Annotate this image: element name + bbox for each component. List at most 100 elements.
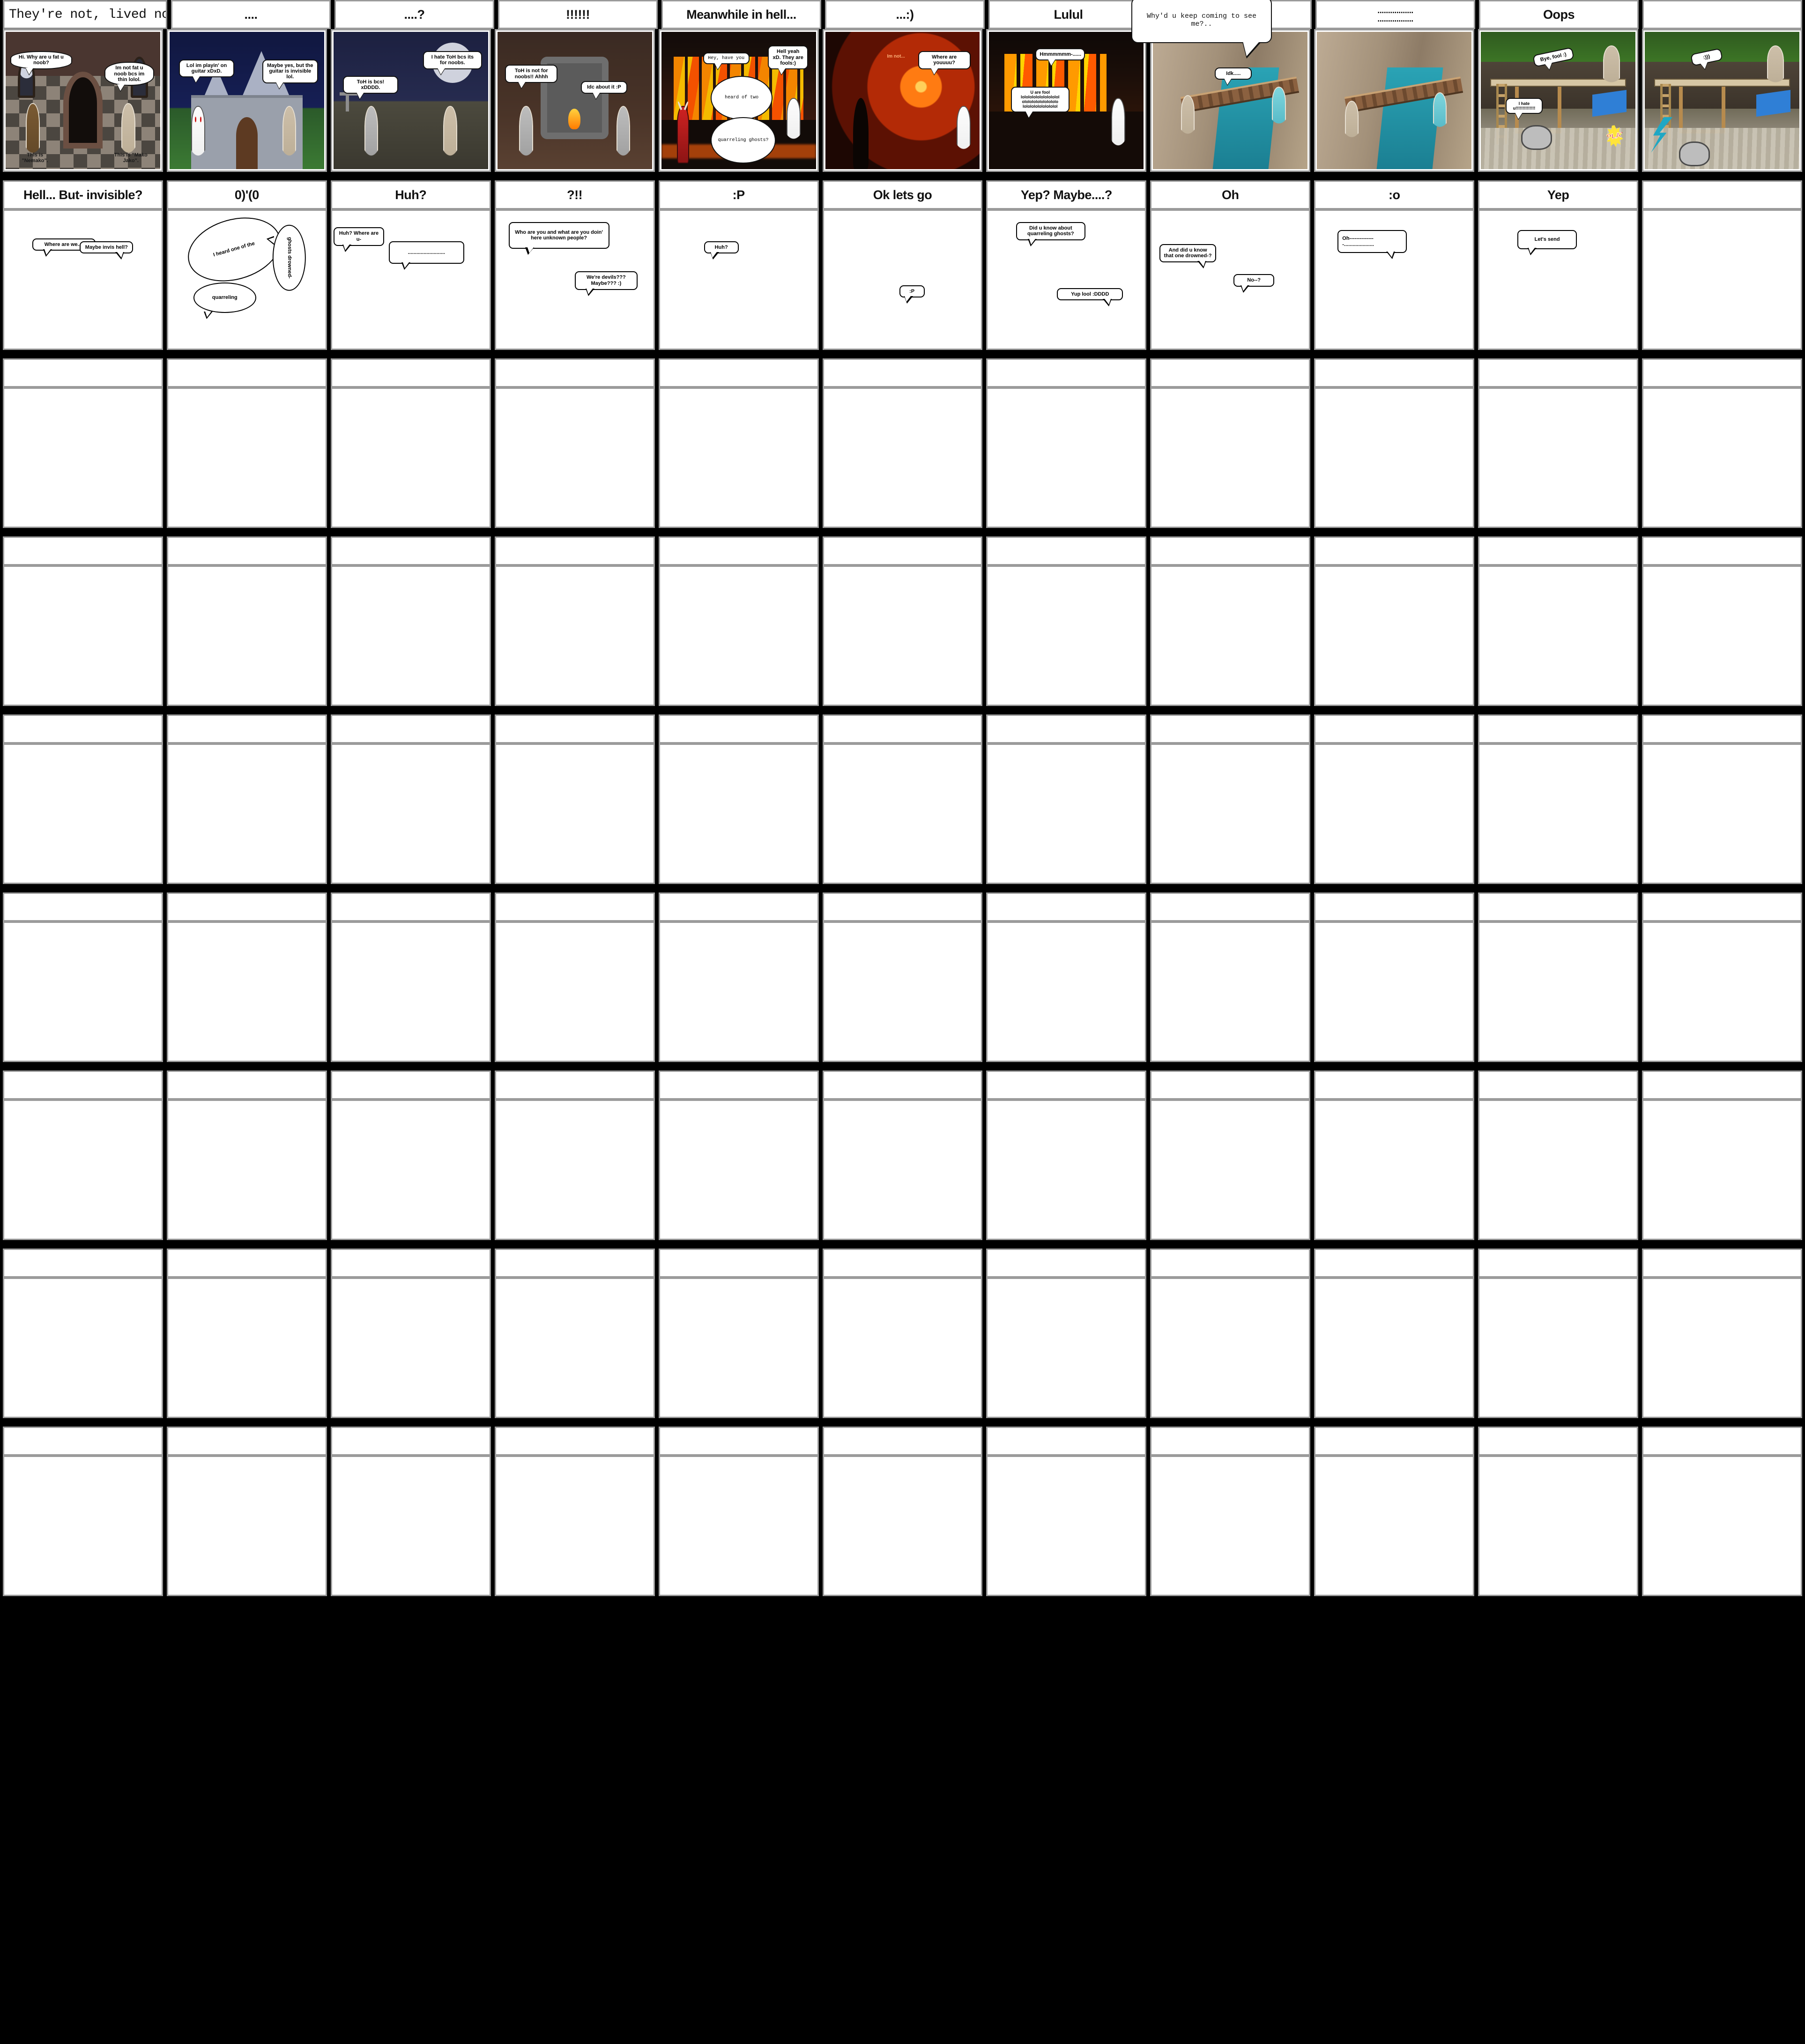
title-cell-r8c1[interactable]: [3, 1249, 163, 1278]
title-cell-r8c4[interactable]: [494, 1249, 655, 1278]
panel-r3c8[interactable]: [1150, 387, 1311, 528]
speech-bubble[interactable]: Huh? Where are u-: [334, 227, 384, 252]
title-cell-r2c1[interactable]: Hell... But- invisible?: [3, 180, 163, 209]
panel-r3c1[interactable]: [3, 387, 163, 528]
panel-r8c5[interactable]: [658, 1278, 819, 1418]
title-cell-r5c4[interactable]: [494, 714, 655, 743]
speech-bubble[interactable]: Did u know about quarreling ghosts?: [1016, 222, 1085, 247]
speech-bubble[interactable]: Yup lool :DDDD: [1057, 288, 1123, 306]
title-cell-r9c7[interactable]: [986, 1427, 1147, 1456]
panel-r4c9[interactable]: [1314, 565, 1475, 706]
panel-r7c1[interactable]: [3, 1100, 163, 1240]
character-demon[interactable]: [1111, 97, 1125, 162]
title-cell-r6c6[interactable]: [822, 892, 983, 922]
title-cell-r6c7[interactable]: [986, 892, 1147, 922]
title-cell-r8c10[interactable]: [1478, 1249, 1639, 1278]
panel-r5c2[interactable]: [166, 743, 327, 884]
panel-r6c1[interactable]: [3, 922, 163, 1062]
panel-r7c5[interactable]: [658, 1100, 819, 1240]
panel-r9c6[interactable]: [822, 1456, 983, 1596]
title-cell-r4c1[interactable]: [3, 536, 163, 565]
character-ghost[interactable]: [1767, 45, 1784, 95]
title-cell-r9c4[interactable]: [494, 1427, 655, 1456]
panel-r8c7[interactable]: [986, 1278, 1147, 1418]
title-cell-r2c4[interactable]: ?!!: [494, 180, 655, 209]
character-demon[interactable]: [786, 97, 801, 153]
panel-r9c8[interactable]: [1150, 1456, 1311, 1596]
character-ghost[interactable]: [616, 106, 631, 169]
panel-r2c2[interactable]: I heard one of the ghosts drowned- quarr…: [166, 209, 327, 350]
panel-r7c8[interactable]: [1150, 1100, 1311, 1240]
panel-r2c9[interactable]: Oh-------------- -.....................: [1314, 209, 1475, 350]
title-cell-r6c1[interactable]: [3, 892, 163, 922]
panel-r7c4[interactable]: [494, 1100, 655, 1240]
speech-bubble[interactable]: Let's send: [1517, 230, 1577, 255]
title-cell-r2c10[interactable]: Yep: [1478, 180, 1639, 209]
panel-r2c10[interactable]: Let's send: [1478, 209, 1639, 350]
title-cell-r5c3[interactable]: [330, 714, 491, 743]
speech-bubble[interactable]: Idc about it :P: [580, 81, 627, 94]
panel-r1c7[interactable]: Hmmmmmm-...... U are fool lololololololo…: [986, 29, 1147, 172]
speech-bubble[interactable]: And did u know that one drowned-?: [1159, 244, 1217, 269]
title-cell-r8c3[interactable]: [330, 1249, 491, 1278]
title-cell-r1c5[interactable]: Meanwhile in hell...: [661, 0, 821, 29]
panel-r7c6[interactable]: [822, 1100, 983, 1240]
title-cell-r1c3[interactable]: ....?: [334, 0, 494, 29]
title-cell-r4c2[interactable]: [166, 536, 327, 565]
title-cell-r8c5[interactable]: [658, 1249, 819, 1278]
title-cell-r9c5[interactable]: [658, 1427, 819, 1456]
title-cell-r6c9[interactable]: [1314, 892, 1475, 922]
panel-r6c2[interactable]: [166, 922, 327, 1062]
panel-r8c3[interactable]: [330, 1278, 491, 1418]
title-cell-r3c6[interactable]: [822, 358, 983, 387]
panel-r4c3[interactable]: [330, 565, 491, 706]
panel-r3c9[interactable]: [1314, 387, 1475, 528]
panel-r8c4[interactable]: [494, 1278, 655, 1418]
title-cell-r7c5[interactable]: [658, 1070, 819, 1100]
title-cell-r1c11[interactable]: [1642, 0, 1802, 29]
panel-r6c11[interactable]: [1642, 922, 1802, 1062]
speech-bubble[interactable]: heard of two: [711, 75, 773, 120]
speech-bubble[interactable]: I hate ToH bcs its for noobs.: [423, 51, 482, 69]
panel-r4c6[interactable]: [822, 565, 983, 706]
panel-r2c6[interactable]: :P: [822, 209, 983, 350]
speech-bubble[interactable]: U are fool lolololololololololol olololo…: [1010, 87, 1070, 112]
panel-r9c3[interactable]: [330, 1456, 491, 1596]
title-cell-r4c6[interactable]: [822, 536, 983, 565]
panel-r1c6[interactable]: Im not... Where are youuuu?: [822, 29, 983, 172]
panel-r5c4[interactable]: [494, 743, 655, 884]
panel-r1c9[interactable]: [1314, 29, 1475, 172]
panel-r9c2[interactable]: [166, 1456, 327, 1596]
title-cell-r3c8[interactable]: [1150, 358, 1311, 387]
panel-r8c8[interactable]: [1150, 1278, 1311, 1418]
panel-r6c4[interactable]: [494, 922, 655, 1062]
title-cell-r6c8[interactable]: [1150, 892, 1311, 922]
speech-bubble[interactable]: Maybe yes, but the guitar is invisible l…: [262, 59, 318, 83]
panel-r5c7[interactable]: [986, 743, 1147, 884]
title-cell-r6c4[interactable]: [494, 892, 655, 922]
panel-r7c10[interactable]: [1478, 1100, 1639, 1240]
panel-r1c11[interactable]: :))): [1642, 29, 1802, 172]
title-cell-r4c11[interactable]: [1642, 536, 1802, 565]
title-cell-r7c1[interactable]: [3, 1070, 163, 1100]
title-cell-r7c9[interactable]: [1314, 1070, 1475, 1100]
title-cell-r7c4[interactable]: [494, 1070, 655, 1100]
title-cell-r6c10[interactable]: [1478, 892, 1639, 922]
title-cell-r3c5[interactable]: [658, 358, 819, 387]
speech-bubble[interactable]: Oh-------------- -.....................: [1337, 230, 1407, 260]
character-ghost[interactable]: [191, 106, 205, 169]
panel-r3c7[interactable]: [986, 387, 1147, 528]
title-cell-r3c1[interactable]: [3, 358, 163, 387]
title-cell-r9c8[interactable]: [1150, 1427, 1311, 1456]
panel-r2c3[interactable]: Huh? Where are u- ......................…: [330, 209, 491, 350]
speech-bubble[interactable]: Where are youuuu?: [918, 51, 971, 69]
title-cell-r8c8[interactable]: [1150, 1249, 1311, 1278]
title-cell-r4c7[interactable]: [986, 536, 1147, 565]
panel-r9c9[interactable]: [1314, 1456, 1475, 1596]
character-water-ghost[interactable]: [1433, 92, 1447, 139]
title-cell-r9c9[interactable]: [1314, 1427, 1475, 1456]
panel-r2c8[interactable]: And did u know that one drowned-? No--?: [1150, 209, 1311, 350]
title-cell-r7c8[interactable]: [1150, 1070, 1311, 1100]
panel-r8c11[interactable]: [1642, 1278, 1802, 1418]
panel-r3c6[interactable]: [822, 387, 983, 528]
